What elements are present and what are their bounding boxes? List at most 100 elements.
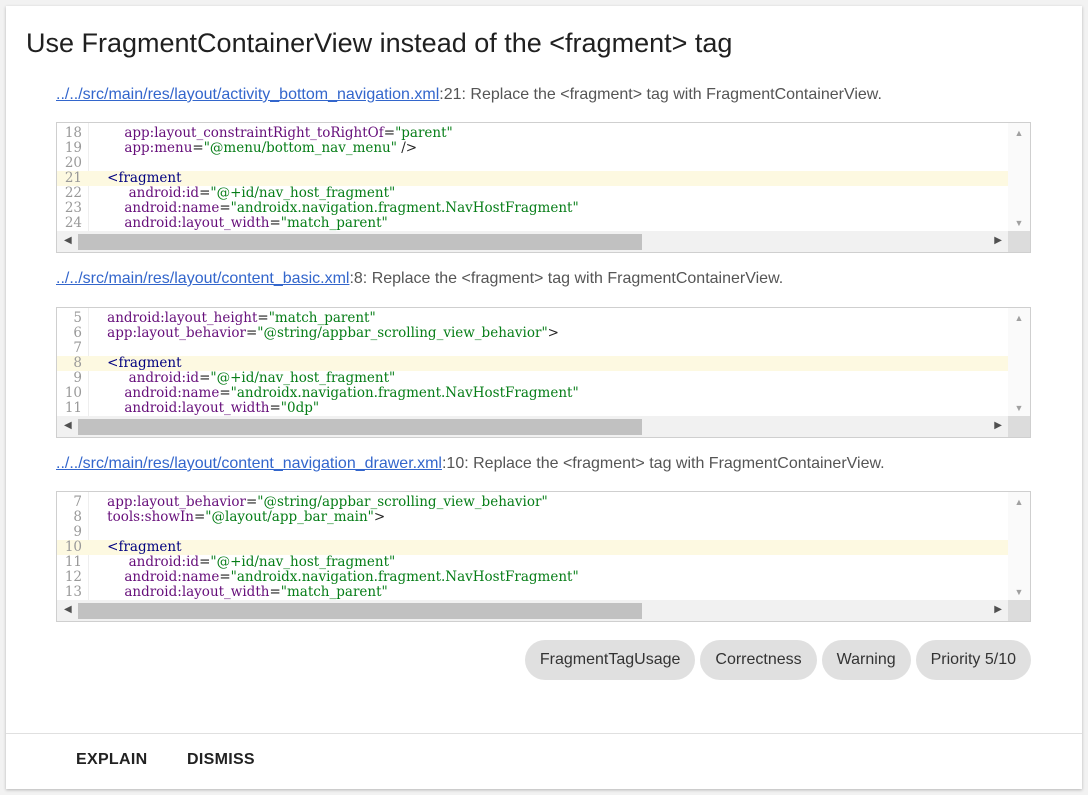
code-text: app:layout_behavior="@string/appbar_scro… — [107, 494, 548, 510]
code-area: 5 android:layout_height="match_parent" 6 … — [57, 308, 1009, 416]
scroll-left-icon[interactable]: ◀ — [64, 604, 72, 615]
scrollbar-thumb[interactable] — [78, 234, 642, 250]
line-number: 18 — [64, 125, 82, 141]
code-line: 12 android:name="androidx.navigation.fra… — [57, 570, 1009, 585]
chip-issue-id: FragmentTagUsage — [524, 640, 696, 680]
vertical-scrollbar[interactable]: ▲ ▼ — [1008, 123, 1030, 231]
code-line: 21 <fragment — [57, 171, 1009, 186]
code-line: 23 android:name="androidx.navigation.fra… — [57, 201, 1009, 216]
line-number: 9 — [73, 524, 82, 540]
code-line: 20 — [57, 156, 1009, 171]
code-snippet[interactable]: 5 android:layout_height="match_parent" 6 … — [56, 307, 1031, 438]
code-text: android:layout_height="match_parent" — [107, 310, 376, 326]
chip-category: Correctness — [700, 640, 817, 680]
code-snippet[interactable]: 18 app:layout_constraintRight_toRightOf=… — [56, 122, 1031, 253]
line-number: 6 — [73, 325, 82, 341]
code-line: 7 — [57, 341, 1009, 356]
divider — [6, 733, 1082, 734]
line-ref: :21 — [439, 86, 462, 103]
chip-priority: Priority 5/10 — [915, 640, 1031, 680]
code-text: android:layout_width="0dp" — [124, 400, 320, 416]
scroll-right-icon[interactable]: ▶ — [994, 235, 1002, 246]
issue-message: : Replace the <fragment> tag with Fragme… — [461, 86, 882, 103]
code-text: tools:showIn="@layout/app_bar_main"> — [107, 509, 386, 525]
scrollbar-corner — [1008, 600, 1030, 621]
code-line: 9 — [57, 525, 1009, 540]
line-number: 11 — [64, 400, 82, 416]
line-number: 7 — [73, 494, 82, 510]
code-line: 11 android:id="@+id/nav_host_fragment" — [57, 555, 1009, 570]
horizontal-scrollbar[interactable]: ◀ ▶ — [57, 600, 1009, 621]
issue-tags: FragmentTagUsage Correctness Warning Pri… — [524, 640, 1031, 680]
line-number: 7 — [73, 340, 82, 356]
scroll-up-icon[interactable]: ▲ — [1008, 497, 1030, 507]
code-text: android:id="@+id/nav_host_fragment" — [128, 370, 396, 386]
line-number: 19 — [64, 140, 82, 156]
scroll-up-icon[interactable]: ▲ — [1008, 313, 1030, 323]
code-area: 7 app:layout_behavior="@string/appbar_sc… — [57, 492, 1009, 600]
scrollbar-corner — [1008, 416, 1030, 437]
issue-title: Use FragmentContainerView instead of the… — [26, 28, 733, 58]
issue-card: Use FragmentContainerView instead of the… — [6, 6, 1082, 789]
code-text: <fragment — [107, 539, 182, 555]
code-text: android:name="androidx.navigation.fragme… — [124, 200, 579, 216]
line-number: 13 — [64, 584, 82, 600]
scroll-right-icon[interactable]: ▶ — [994, 604, 1002, 615]
line-number: 23 — [64, 200, 82, 216]
vertical-scrollbar[interactable]: ▲ ▼ — [1008, 492, 1030, 600]
code-line: 7 app:layout_behavior="@string/appbar_sc… — [57, 495, 1009, 510]
code-text: android:id="@+id/nav_host_fragment" — [128, 554, 396, 570]
issue-location-3: ../../src/main/res/layout/content_naviga… — [56, 455, 885, 473]
line-number: 9 — [73, 370, 82, 386]
code-line: 22 android:id="@+id/nav_host_fragment" — [57, 186, 1009, 201]
line-ref: :10 — [441, 455, 465, 472]
line-number: 8 — [73, 509, 82, 525]
code-snippet[interactable]: 7 app:layout_behavior="@string/appbar_sc… — [56, 491, 1031, 622]
code-text: android:id="@+id/nav_host_fragment" — [128, 185, 396, 201]
line-number: 24 — [64, 215, 82, 231]
issue-message: : Replace the <fragment> tag with Fragme… — [464, 455, 885, 472]
line-number: 10 — [64, 385, 82, 401]
dismiss-button[interactable]: DISMISS — [187, 751, 255, 769]
code-text: app:layout_constraintRight_toRightOf="pa… — [124, 125, 453, 141]
issue-location-1: ../../src/main/res/layout/activity_botto… — [56, 86, 882, 104]
code-text: android:name="androidx.navigation.fragme… — [124, 569, 579, 585]
code-line: 9 android:id="@+id/nav_host_fragment" — [57, 371, 1009, 386]
scrollbar-thumb[interactable] — [78, 603, 642, 619]
code-text: <fragment — [107, 170, 182, 186]
code-line: 24 android:layout_width="match_parent" — [57, 216, 1009, 231]
scroll-up-icon[interactable]: ▲ — [1008, 128, 1030, 138]
file-link[interactable]: ../../src/main/res/layout/content_naviga… — [56, 455, 442, 472]
scrollbar-thumb[interactable] — [78, 419, 642, 435]
line-number: 21 — [64, 170, 82, 186]
scroll-left-icon[interactable]: ◀ — [64, 420, 72, 431]
code-text: app:menu="@menu/bottom_nav_menu" /> — [124, 140, 418, 156]
code-line: 18 app:layout_constraintRight_toRightOf=… — [57, 126, 1009, 141]
line-number: 8 — [73, 355, 82, 371]
line-number: 20 — [64, 155, 82, 171]
chip-severity: Warning — [821, 640, 911, 680]
code-line: 8 tools:showIn="@layout/app_bar_main"> — [57, 510, 1009, 525]
horizontal-scrollbar[interactable]: ◀ ▶ — [57, 231, 1009, 252]
scroll-down-icon[interactable]: ▼ — [1008, 218, 1030, 228]
line-ref: :8 — [349, 270, 363, 287]
code-text: android:name="androidx.navigation.fragme… — [124, 385, 579, 401]
vertical-scrollbar[interactable]: ▲ ▼ — [1008, 308, 1030, 416]
explain-button[interactable]: EXPLAIN — [76, 751, 147, 769]
code-line: 8 <fragment — [57, 356, 1009, 371]
file-link[interactable]: ../../src/main/res/layout/activity_botto… — [56, 86, 439, 103]
issue-message: : Replace the <fragment> tag with Fragme… — [362, 270, 784, 287]
horizontal-scrollbar[interactable]: ◀ ▶ — [57, 416, 1009, 437]
line-number: 10 — [64, 539, 82, 555]
code-line: 11 android:layout_width="0dp" — [57, 401, 1009, 416]
scroll-down-icon[interactable]: ▼ — [1008, 587, 1030, 597]
scroll-left-icon[interactable]: ◀ — [64, 235, 72, 246]
file-link[interactable]: ../../src/main/res/layout/content_basic.… — [56, 270, 349, 287]
code-line: 13 android:layout_width="match_parent" — [57, 585, 1009, 600]
scroll-right-icon[interactable]: ▶ — [994, 420, 1002, 431]
line-number: 22 — [64, 185, 82, 201]
code-text: android:layout_width="match_parent" — [124, 584, 388, 600]
code-line: 10 <fragment — [57, 540, 1009, 555]
scroll-down-icon[interactable]: ▼ — [1008, 403, 1030, 413]
code-line: 10 android:name="androidx.navigation.fra… — [57, 386, 1009, 401]
